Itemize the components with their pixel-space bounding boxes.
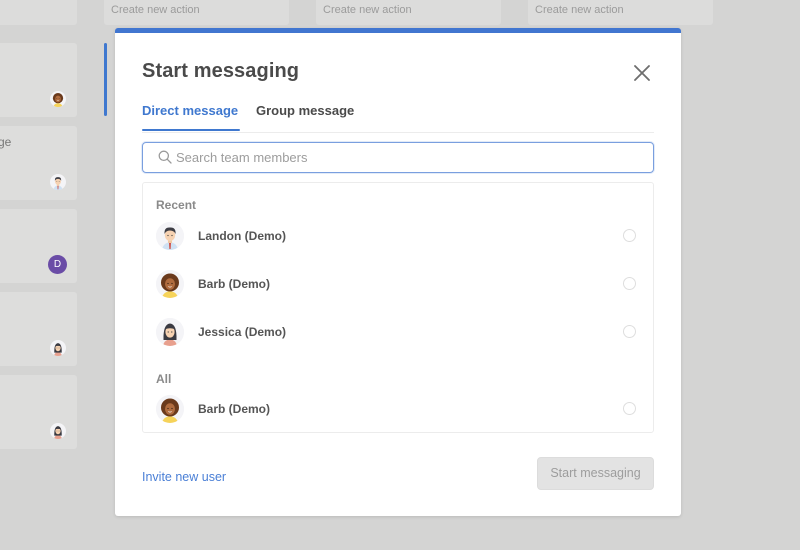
jessica-avatar-icon xyxy=(50,423,66,439)
selected-card-indicator xyxy=(104,43,107,116)
member-name: Jessica (Demo) xyxy=(198,325,287,339)
barb-avatar-icon xyxy=(50,91,66,107)
barb-avatar-icon xyxy=(156,270,184,298)
create-new-action-button[interactable]: Create new action xyxy=(316,0,501,25)
member-row[interactable]: Jessica (Demo) xyxy=(143,312,653,352)
section-label-all: All xyxy=(156,372,172,386)
landon-avatar-icon xyxy=(156,222,184,250)
search-team-members-input[interactable] xyxy=(176,143,636,172)
landon-avatar-icon xyxy=(50,174,66,190)
member-row[interactable]: Barb (Demo) xyxy=(143,264,653,304)
message-type-tabs: Direct message Group message xyxy=(142,97,654,133)
member-name: Landon (Demo) xyxy=(198,229,286,243)
modal-title: Start messaging xyxy=(142,60,300,82)
team-member-list: Recent Landon (Demo) Barb (Demo) Jessica… xyxy=(142,182,654,433)
create-new-action-button[interactable]: Create new action xyxy=(104,0,289,25)
member-row[interactable]: Barb (Demo) xyxy=(143,389,653,429)
start-messaging-button[interactable]: Start messaging xyxy=(537,457,654,490)
member-select-radio[interactable] xyxy=(623,277,636,290)
member-select-radio[interactable] xyxy=(623,402,636,415)
member-select-radio[interactable] xyxy=(623,229,636,242)
board-card[interactable]: ge xyxy=(0,126,77,200)
close-button[interactable] xyxy=(631,62,653,84)
member-name: Barb (Demo) xyxy=(198,277,271,291)
search-icon xyxy=(158,150,172,164)
card-snippet: ge xyxy=(0,135,12,149)
section-label-recent: Recent xyxy=(156,198,197,212)
board-card[interactable]: D xyxy=(0,209,77,283)
create-new-action-button[interactable]: Create new action xyxy=(528,0,713,25)
invite-new-user-link[interactable]: Invite new user xyxy=(142,470,226,484)
jessica-avatar-icon xyxy=(50,340,66,356)
member-select-radio[interactable] xyxy=(623,325,636,338)
board-card[interactable] xyxy=(0,43,77,117)
board-card-partial xyxy=(0,0,77,25)
board-card[interactable] xyxy=(0,375,77,449)
close-icon xyxy=(634,65,650,81)
barb-avatar-icon xyxy=(156,395,184,423)
start-messaging-modal: Start messaging Direct message Group mes… xyxy=(115,28,681,516)
tab-direct-message[interactable]: Direct message xyxy=(142,103,241,131)
search-field xyxy=(142,142,654,173)
initial-avatar-badge: D xyxy=(48,255,67,274)
member-row[interactable]: Landon (Demo) xyxy=(143,216,653,256)
tab-group-message[interactable]: Group message xyxy=(256,103,354,130)
board-card[interactable] xyxy=(0,292,77,366)
jessica-avatar-icon xyxy=(156,318,184,346)
member-name: Barb (Demo) xyxy=(198,402,271,416)
